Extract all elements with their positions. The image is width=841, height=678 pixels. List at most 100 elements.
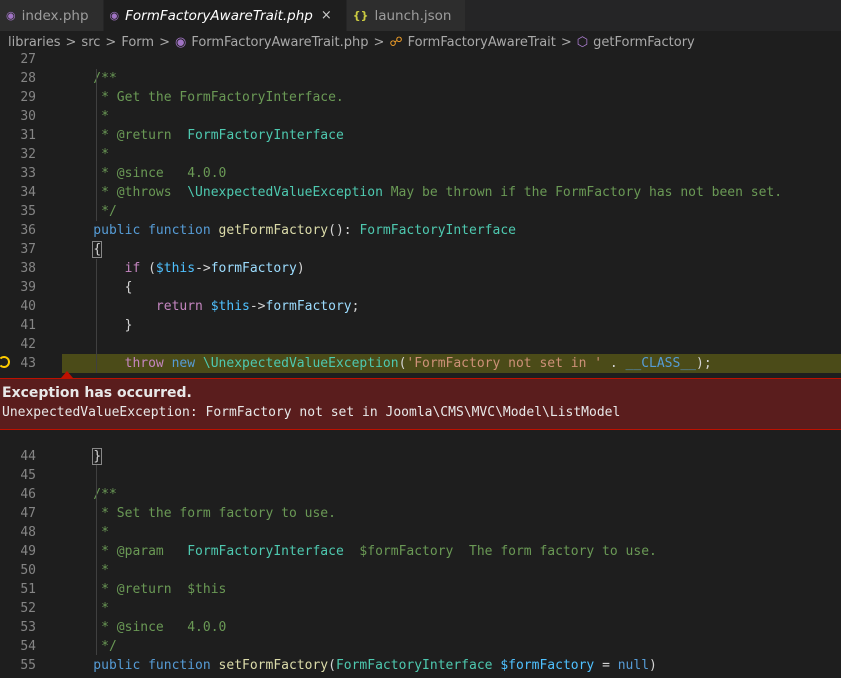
line-code: * [62,145,109,164]
line-code: * @return $this [62,580,226,599]
line-number: 54 [20,639,36,654]
line-number: 38 [20,261,36,276]
breadcrumb-item-src[interactable]: src [81,35,100,50]
line-code: if ($this->formFactory) [62,259,305,278]
code-token: * [62,147,109,162]
tab-launch-json[interactable]: {} launch.json [346,0,467,31]
line-number: 33 [20,166,36,181]
code-token: 'FormFactory not set in ' [406,356,603,371]
code-line[interactable]: 39 { [0,278,841,297]
code-line[interactable]: 43 throw new \UnexpectedValueException('… [20,354,841,373]
line-number: 48 [20,525,36,540]
code-token: $formFactory The form factory to use. [343,544,657,559]
code-token: /** [62,71,117,86]
line-number: 53 [20,620,36,635]
code-token: $formFactory [500,658,595,673]
method-cube-icon: ⬡ [576,35,589,50]
line-code: /** [62,69,117,88]
code-token: { [92,241,103,258]
line-number: 40 [20,299,36,314]
code-line[interactable]: 44 } [0,447,841,466]
code-token: * [62,563,109,578]
code-line[interactable]: 35 */ [0,202,841,221]
breadcrumb-item-method[interactable]: getFormFactory [593,35,695,50]
line-code: throw new \UnexpectedValueException('For… [62,354,712,373]
code-token: \UnexpectedValueException [187,185,383,200]
code-token: getFormFactory [218,223,329,238]
line-number: 47 [20,506,36,521]
line-number: 44 [20,449,36,464]
code-line[interactable]: 40 return $this->formFactory; [0,297,841,316]
code-line[interactable]: 52 * [0,599,841,618]
code-token: = [594,658,618,673]
line-number: 42 [20,337,36,352]
line-number: 50 [20,563,36,578]
code-line[interactable]: 49 * @param FormFactoryInterface $formFa… [0,542,841,561]
breadcrumb-item-libraries[interactable]: libraries [8,35,61,50]
tab-formfactoryawaretrait-php[interactable]: ◉ FormFactoryAwareTrait.php × [103,0,347,31]
line-code: * [62,561,109,580]
line-code: */ [62,202,117,221]
code-line[interactable]: 34 * @throws \UnexpectedValueException M… [0,183,841,202]
line-number: 30 [20,109,36,124]
code-line[interactable]: 36 public function getFormFactory(): For… [0,221,841,240]
code-line[interactable]: 38 if ($this->formFactory) [0,259,841,278]
code-token: * @param [62,544,188,559]
code-token: /** [62,487,117,502]
breadcrumb-item-file[interactable]: FormFactoryAwareTrait.php [191,35,368,50]
editor-tab-bar: ◉ index.php ◉ FormFactoryAwareTrait.php … [0,0,841,31]
code-line[interactable]: 53 * @since 4.0.0 [0,618,841,637]
breadcrumb-separator: > [105,35,117,50]
code-line[interactable]: 41 } [0,316,841,335]
code-line[interactable]: 50 * [0,561,841,580]
breadcrumb-item-form[interactable]: Form [121,35,154,50]
exception-widget: Exception has occurred. UnexpectedValueE… [0,378,841,430]
code-line[interactable]: 47 * Set the form factory to use. [0,504,841,523]
code-line[interactable]: 46 /** [0,485,841,504]
code-line[interactable]: 55 public function setFormFactory(FormFa… [0,656,841,675]
code-line[interactable]: 28 /** [0,69,841,88]
code-line[interactable]: 29 * Get the FormFactoryInterface. [0,88,841,107]
breadcrumb-separator: > [65,35,77,50]
line-code: * @since 4.0.0 [62,618,226,637]
code-line[interactable]: 30 * [0,107,841,126]
code-line[interactable]: 45 [0,466,841,485]
tab-label: FormFactoryAwareTrait.php [125,7,313,24]
code-line[interactable]: 42 [0,335,841,354]
code-token: * @return $this [62,582,227,597]
close-icon[interactable]: × [321,8,332,23]
code-token: * [62,601,109,616]
line-code: { [62,240,103,259]
line-code: return $this->formFactory; [62,297,360,316]
breadcrumb-separator: > [560,35,572,50]
code-token: * Set the form factory to use. [62,506,336,521]
code-line[interactable]: 31 * @return FormFactoryInterface [0,126,841,145]
code-token: $this [155,261,196,276]
line-number: 55 [20,658,36,673]
breadcrumb-item-trait[interactable]: FormFactoryAwareTrait [408,35,556,50]
code-token: { [62,280,133,295]
line-code: * @since 4.0.0 [62,164,226,183]
code-line[interactable]: 48 * [0,523,841,542]
code-line[interactable]: 54 */ [0,637,841,656]
line-code: * Set the form factory to use. [62,504,336,523]
line-code: } [62,316,133,335]
indent-guide [96,465,97,655]
code-token: ) [649,658,657,673]
exception-title: Exception has occurred. [2,385,192,401]
line-code: * [62,107,109,126]
code-token: null [617,658,650,673]
line-number: 36 [20,223,36,238]
line-number: 32 [20,147,36,162]
code-line[interactable]: 51 * @return $this [0,580,841,599]
code-line[interactable]: 32 * [0,145,841,164]
code-token: throw [62,356,172,371]
code-token: __CLASS__ [625,356,696,371]
tab-index-php[interactable]: ◉ index.php [0,0,104,31]
code-token: public function [62,223,219,238]
line-number: 51 [20,582,36,597]
code-line[interactable]: 27 [0,50,841,69]
code-token: -> [249,299,266,314]
code-line[interactable]: 37 { [0,240,841,259]
code-line[interactable]: 33 * @since 4.0.0 [0,164,841,183]
